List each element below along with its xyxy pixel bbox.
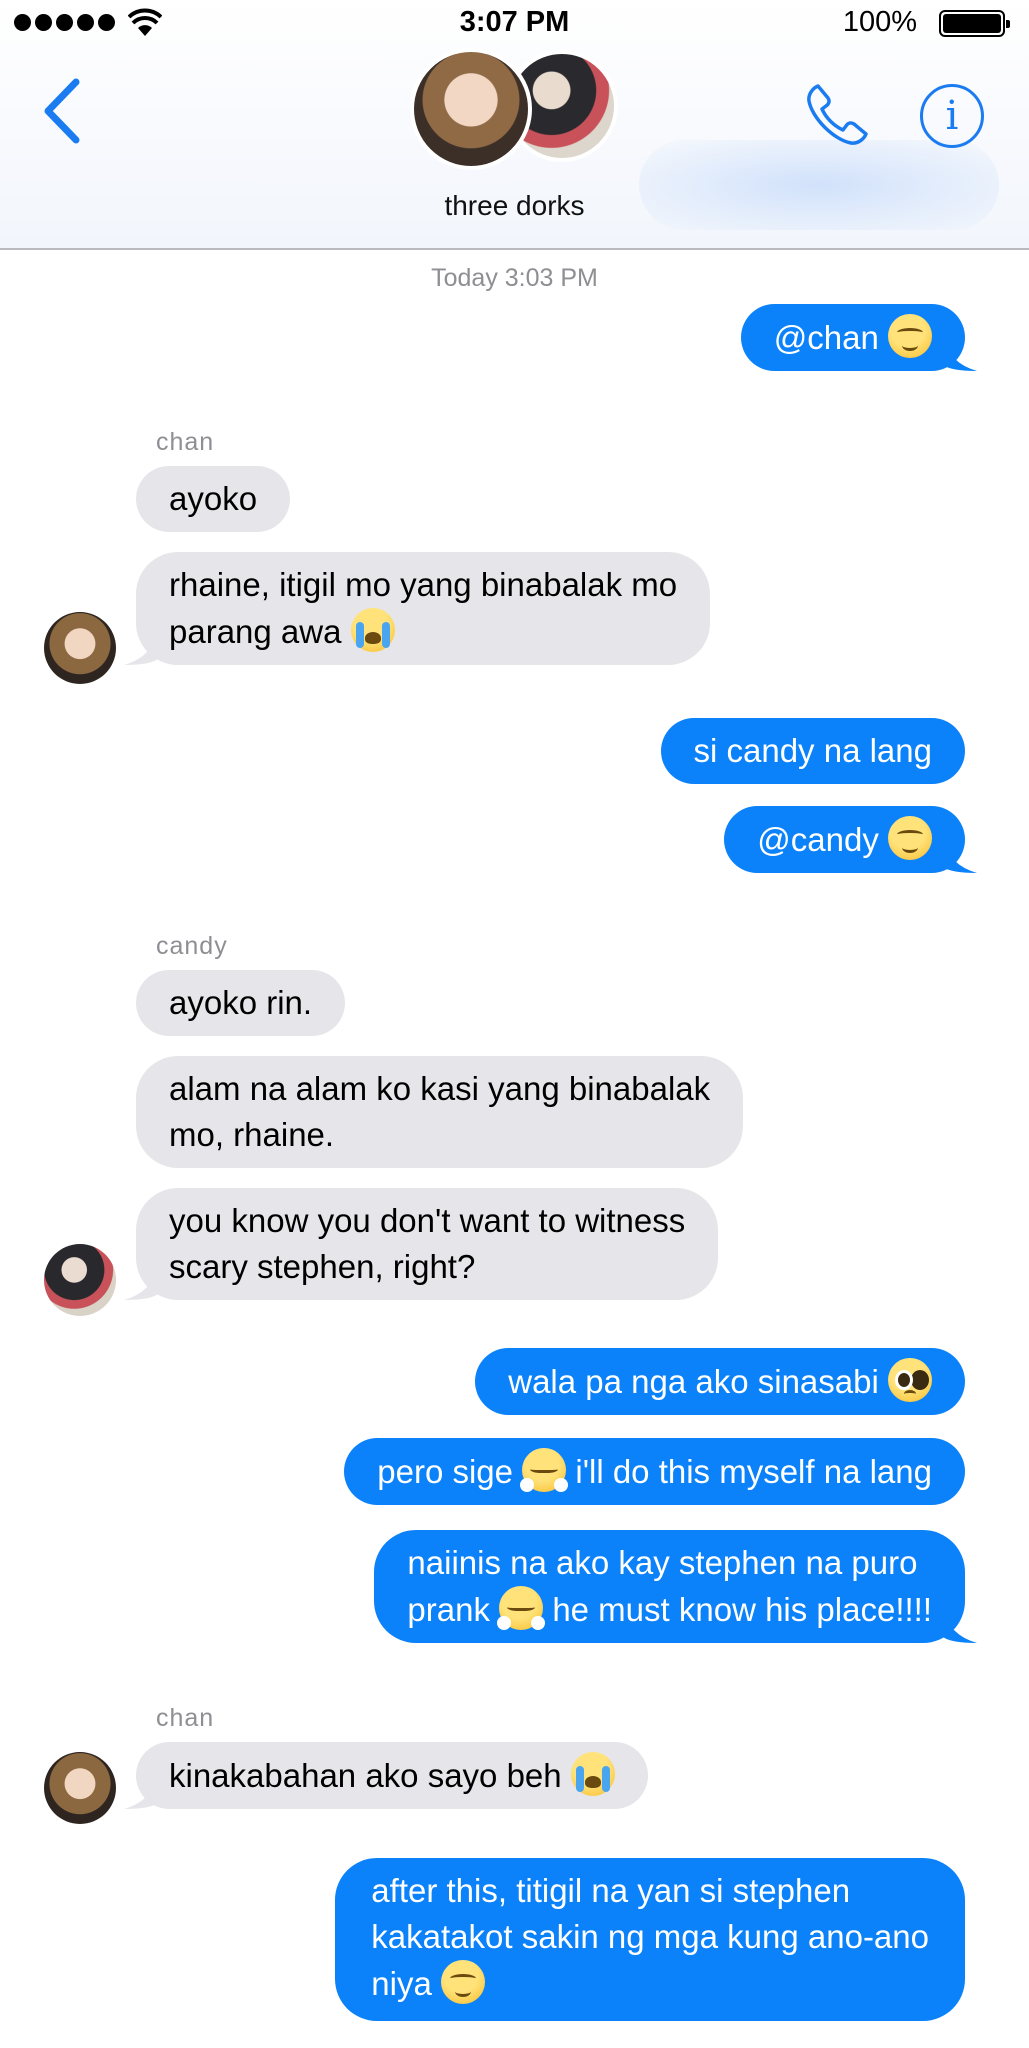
message-bubble-outgoing[interactable]: @candy	[724, 806, 965, 873]
message-text-line: alam na alam ko kasi yang binabalak	[169, 1070, 711, 1107]
message-bubble-incoming[interactable]: ayoko rin.	[136, 970, 346, 1036]
message-text-line: kakatakot sakin ng mga kung ano-ano	[371, 1918, 929, 1955]
avatar-chan[interactable]	[44, 612, 116, 684]
smiling-face-emoji	[888, 314, 932, 358]
smiling-face-emoji	[441, 1960, 486, 2004]
message-bubble-incoming[interactable]: rhaine, itigil mo yang binabalak mo para…	[136, 552, 711, 665]
message-text-line: after this, titigil na yan si stephen	[371, 1872, 851, 1909]
message-text: wala pa nga ako sinasabi	[508, 1363, 879, 1400]
chevron-left-icon[interactable]	[40, 76, 84, 146]
sender-name: chan	[156, 428, 215, 456]
message-bubble-outgoing[interactable]: wala pa nga ako sinasabi	[475, 1348, 965, 1415]
message-text: @candy	[757, 821, 879, 858]
battery-icon	[939, 10, 1010, 37]
info-icon[interactable]: i	[920, 84, 984, 148]
status-bar: 3:07 PM 100%	[0, 0, 1029, 46]
message-text-line: niya	[371, 1965, 432, 2002]
message-text-line: rhaine, itigil mo yang binabalak mo	[169, 566, 678, 603]
battery-percent: 100%	[842, 6, 917, 38]
message-bubble-incoming[interactable]: alam na alam ko kasi yang binabalak mo, …	[136, 1056, 744, 1168]
message-text: pero sige	[377, 1453, 514, 1490]
huffing-face-emoji	[497, 1586, 544, 1630]
avatar-chan	[410, 48, 532, 170]
message-bubble-outgoing[interactable]: @chan	[740, 304, 965, 371]
message-bubble-incoming[interactable]: you know you don't want to witness scary…	[136, 1188, 719, 1300]
message-text-line: he must know his place!!!!	[552, 1591, 932, 1628]
message-text-line: mo, rhaine.	[169, 1116, 335, 1153]
message-bubble-outgoing[interactable]: naiinis na ako kay stephen na puro prank…	[374, 1530, 965, 1643]
group-avatars[interactable]	[410, 48, 630, 170]
message-text-line: naiinis na ako kay stephen na puro	[407, 1544, 918, 1581]
message-bubble-outgoing[interactable]: after this, titigil na yan si stephen ka…	[335, 1858, 965, 2021]
message-text: ayoko	[169, 480, 258, 517]
conversation-timestamp: Today 3:03 PM	[431, 264, 598, 292]
sender-name: candy	[156, 932, 228, 960]
message-text-line: you know you don't want to witness	[169, 1202, 686, 1239]
message-bubble-outgoing[interactable]: pero sige i'll do this myself na lang	[344, 1438, 965, 1505]
message-text: si candy na lang	[693, 732, 933, 769]
huffing-face-emoji	[520, 1448, 567, 1492]
pleading-face-emoji	[888, 1358, 932, 1402]
message-text: kinakabahan ako sayo beh	[169, 1757, 562, 1794]
message-bubble-incoming[interactable]: ayoko	[136, 466, 291, 532]
message-bubble-incoming[interactable]: kinakabahan ako sayo beh	[136, 1742, 648, 1809]
message-bubble-outgoing[interactable]: si candy na lang	[660, 718, 965, 784]
sender-name: chan	[156, 1704, 215, 1732]
crying-face-emoji	[350, 608, 395, 652]
crying-face-emoji	[570, 1752, 615, 1796]
avatar-chan[interactable]	[44, 1752, 116, 1824]
group-name[interactable]: three dorks	[0, 190, 1029, 222]
smiling-face-emoji	[888, 816, 932, 860]
message-text: @chan	[773, 319, 879, 356]
message-text: i'll do this myself na lang	[575, 1453, 932, 1490]
message-text-line: parang awa	[169, 613, 342, 650]
phone-icon[interactable]	[804, 82, 870, 148]
avatar-candy[interactable]	[44, 1244, 116, 1316]
message-text: ayoko rin.	[169, 984, 313, 1021]
message-text-line: scary stephen, right?	[169, 1248, 476, 1285]
message-text-line: prank	[407, 1591, 490, 1628]
